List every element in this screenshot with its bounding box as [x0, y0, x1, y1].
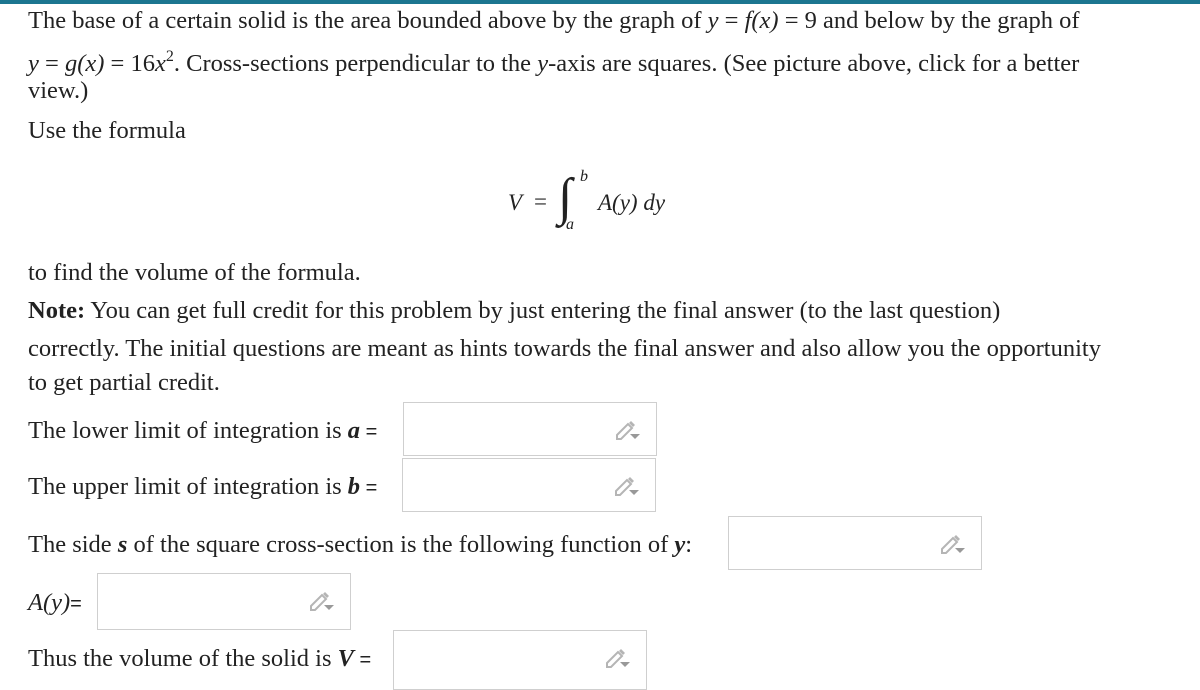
pencil-dropdown-icon[interactable]: [604, 647, 630, 669]
text: The base of a certain solid is the area …: [28, 7, 708, 34]
note-line-2: correctly. The initial questions are mea…: [28, 335, 1101, 362]
math-op: =: [38, 50, 65, 77]
math-var: A(y): [28, 589, 71, 616]
upper-limit-answer[interactable]: [402, 458, 656, 512]
math-var: (x): [751, 7, 779, 34]
text: of the square cross-section is the follo…: [127, 531, 675, 558]
question-volume: Thus the volume of the solid is V =: [28, 642, 371, 677]
lower-bound: a: [566, 216, 574, 233]
math-op: = 9: [778, 7, 817, 34]
problem-line-3: view.): [28, 77, 89, 104]
question-side-function: The side s of the square cross-section i…: [28, 528, 692, 562]
volume-formula: V = ∫ b a A(y) dy: [508, 168, 708, 242]
math-var: s: [117, 531, 128, 558]
math-var: y: [674, 531, 686, 558]
math-var: g: [64, 50, 78, 77]
use-formula-text: Use the formula: [28, 117, 186, 144]
note-label: Note:: [28, 297, 86, 324]
text: . Cross-sections perpendicular to the: [173, 50, 538, 77]
pencil-dropdown-icon[interactable]: [939, 533, 965, 555]
question-area-function: A(y)=: [28, 586, 82, 621]
problem-line-2: y = g(x) = 16x2. Cross-sections perpendi…: [28, 40, 1079, 81]
equals: =: [70, 593, 82, 615]
math-var: (x): [77, 50, 105, 77]
equals: =: [353, 649, 372, 671]
area-function-input[interactable]: [98, 574, 316, 629]
lower-limit-input[interactable]: [404, 403, 622, 455]
math-var: b: [347, 473, 361, 500]
problem-line-1: The base of a certain solid is the area …: [28, 4, 1080, 38]
area-function-answer[interactable]: [97, 573, 351, 630]
equals: =: [360, 477, 378, 499]
math-var: y: [28, 50, 39, 77]
pencil-dropdown-icon[interactable]: [308, 590, 334, 612]
colon: :: [685, 531, 693, 558]
side-function-input[interactable]: [729, 517, 947, 569]
integrand: A(y) dy: [598, 190, 666, 215]
math-var: y: [537, 50, 549, 77]
text: The upper limit of integration is: [28, 473, 348, 500]
to-find-text: to find the volume of the formula.: [28, 259, 361, 286]
pencil-dropdown-icon[interactable]: [614, 419, 640, 441]
formula-v: V: [508, 190, 523, 215]
text: You can get full credit for this problem…: [85, 297, 1001, 324]
math-op: = 16: [104, 50, 155, 77]
pencil-dropdown-icon[interactable]: [613, 475, 639, 497]
exponent: 2: [165, 48, 174, 65]
text: and below by the graph of: [816, 7, 1080, 34]
text: -axis are squares. (See picture above, c…: [548, 50, 1080, 77]
volume-input[interactable]: [394, 631, 612, 689]
question-upper-limit: The upper limit of integration is b =: [28, 470, 377, 505]
note-line-3: to get partial credit.: [28, 369, 220, 396]
formula-eq: =: [534, 189, 547, 214]
upper-limit-input[interactable]: [403, 459, 621, 511]
math-var: x: [154, 50, 166, 77]
math-var: a: [347, 417, 361, 444]
text: The lower limit of integration is: [28, 417, 348, 444]
math-op: =: [718, 7, 745, 34]
text: The side: [28, 531, 118, 558]
note-line-1: Note: You can get full credit for this p…: [28, 294, 1000, 328]
volume-answer[interactable]: [393, 630, 647, 690]
math-var: y: [707, 7, 719, 34]
text: Thus the volume of the solid is: [28, 645, 338, 672]
math-var: V: [337, 645, 354, 672]
side-function-answer[interactable]: [728, 516, 982, 570]
lower-limit-answer[interactable]: [403, 402, 657, 456]
equals: =: [360, 421, 378, 443]
question-lower-limit: The lower limit of integration is a =: [28, 414, 377, 449]
upper-bound: b: [580, 168, 588, 185]
